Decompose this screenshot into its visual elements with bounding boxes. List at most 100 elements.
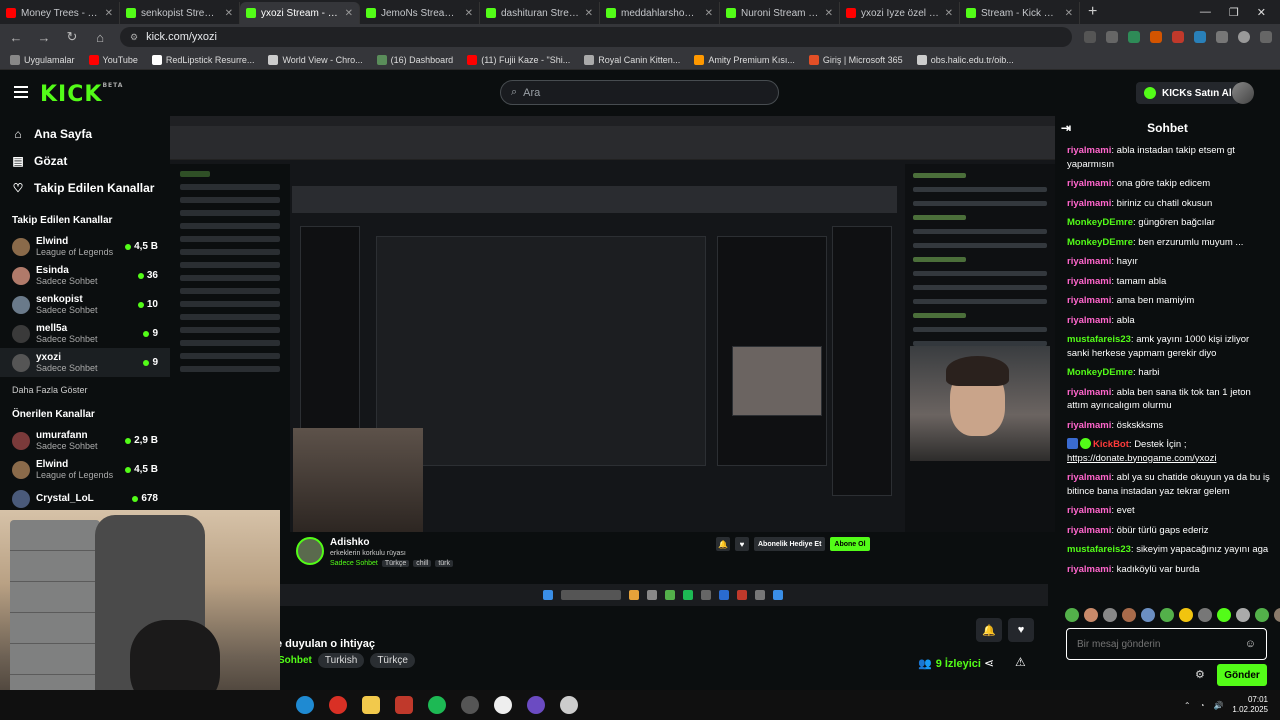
chat-username[interactable]: riyalmami	[1067, 145, 1111, 156]
volume-icon[interactable]: 🔊	[1213, 701, 1223, 710]
share-icon[interactable]: ⋖	[984, 656, 994, 670]
wifi-icon[interactable]: ◔	[1200, 701, 1205, 710]
chrome-icon[interactable]	[329, 696, 347, 714]
bookmark-item[interactable]: Amity Premium Kısı...	[694, 54, 795, 65]
chat-message-field[interactable]	[1077, 638, 1245, 650]
chat-username[interactable]: MonkeyDEmre	[1067, 217, 1133, 228]
channel-item[interactable]: Elwind League of Legends 4,5 B	[0, 455, 170, 484]
emote[interactable]	[1084, 608, 1098, 622]
emote[interactable]	[1122, 608, 1136, 622]
tab-close-icon[interactable]: ✕	[585, 8, 593, 19]
file-explorer-icon[interactable]	[362, 696, 380, 714]
browser-tab[interactable]: Nuroni Stream - Watch ✕	[720, 2, 840, 24]
browser-tab[interactable]: JemoNs Stream - Watch ✕	[360, 2, 480, 24]
report-icon[interactable]: ⚠	[1015, 655, 1026, 669]
chat-username[interactable]: riyalmami	[1067, 178, 1111, 189]
notification-bell-button[interactable]: 🔔	[976, 618, 1002, 642]
emote[interactable]	[1179, 608, 1193, 622]
emote[interactable]	[1198, 608, 1212, 622]
chat-username[interactable]: MonkeyDEmre	[1067, 237, 1133, 248]
bookmark-star-icon[interactable]	[1106, 31, 1118, 43]
chat-settings-icon[interactable]: ⚙	[1195, 668, 1205, 681]
chat-link[interactable]: https://donate.bynogame.com/yxozi	[1067, 453, 1216, 464]
send-button[interactable]: Gönder	[1217, 664, 1267, 686]
emote[interactable]	[1236, 608, 1250, 622]
forward-icon[interactable]: →	[36, 30, 52, 45]
bookmark-item[interactable]: Royal Canin Kitten...	[584, 54, 680, 65]
tray-chevron-icon[interactable]: ⌃	[1184, 701, 1191, 710]
collapse-chat-icon[interactable]: ⇥	[1061, 121, 1071, 135]
bookmark-item[interactable]: (11) Fujii Kaze - "Shi...	[467, 54, 570, 65]
settings-icon[interactable]	[560, 696, 578, 714]
profile-icon[interactable]	[1238, 31, 1250, 43]
channel-item[interactable]: yxozi Sadece Sohbet 9	[0, 348, 170, 377]
channel-item[interactable]: mell5a Sadece Sohbet 9	[0, 319, 170, 348]
chat-username[interactable]: riyalmami	[1067, 315, 1111, 326]
bookmark-item[interactable]: (16) Dashboard	[376, 54, 453, 65]
channel-item[interactable]: umurafann Sadece Sohbet 2,9 B	[0, 426, 170, 455]
emoji-picker-icon[interactable]: ☺	[1245, 638, 1256, 650]
tab-close-icon[interactable]: ✕	[1065, 8, 1073, 19]
hamburger-menu-icon[interactable]	[14, 86, 28, 98]
chat-username[interactable]: KickBot	[1093, 439, 1129, 450]
emote[interactable]	[1160, 608, 1174, 622]
chat-username[interactable]: mustafareis23	[1067, 334, 1131, 345]
chat-input[interactable]: ☺	[1066, 628, 1267, 660]
chat-username[interactable]: mustafareis23	[1067, 544, 1131, 555]
obs-icon[interactable]	[494, 696, 512, 714]
reload-icon[interactable]: ↻	[64, 29, 80, 45]
clock[interactable]: 07:01 1.02.2025	[1232, 695, 1268, 715]
browser-tab[interactable]: Money Trees - YouTube ✕	[0, 2, 120, 24]
share-page-icon[interactable]	[1084, 31, 1096, 43]
chat-username[interactable]: riyalmami	[1067, 276, 1111, 287]
channel-item[interactable]: Elwind League of Legends 4,5 B	[0, 232, 170, 261]
show-more-link[interactable]: Daha Fazla Göster	[0, 385, 170, 395]
url-field[interactable]: ⚙ kick.com/yxozi	[120, 27, 1072, 47]
app-icon[interactable]	[527, 696, 545, 714]
app-icon[interactable]	[395, 696, 413, 714]
browser-tab[interactable]: senkopist Stream - Watch ✕	[120, 2, 240, 24]
minimize-icon[interactable]: —	[1200, 6, 1211, 18]
buy-kicks-button[interactable]: KICKs Satın Al	[1136, 82, 1240, 104]
back-icon[interactable]: ←	[8, 30, 24, 45]
emote[interactable]	[1103, 608, 1117, 622]
emote[interactable]	[1274, 608, 1280, 622]
bookmark-item[interactable]: World View - Chro...	[268, 54, 363, 65]
bookmark-item[interactable]: YouTube	[88, 54, 138, 65]
follow-heart-button[interactable]: ♥	[1008, 618, 1034, 642]
browser-tab[interactable]: dashituran Stream - W ✕	[480, 2, 600, 24]
extension-icon[interactable]	[1128, 31, 1140, 43]
sidebar-nav-item[interactable]: ▤ Gözat	[0, 147, 170, 174]
chat-username[interactable]: riyalmami	[1067, 472, 1111, 483]
home-browser-icon[interactable]: ⌂	[92, 30, 108, 45]
site-info-icon[interactable]: ⚙	[130, 32, 138, 43]
extension-icon[interactable]	[1150, 31, 1162, 43]
app-icon[interactable]	[461, 696, 479, 714]
bookmark-item[interactable]: Uygulamalar	[10, 54, 75, 65]
tab-close-icon[interactable]: ✕	[945, 8, 953, 19]
edge-icon[interactable]	[296, 696, 314, 714]
tag-pill[interactable]: Turkish	[317, 653, 365, 668]
chat-username[interactable]: riyalmami	[1067, 295, 1111, 306]
chat-username[interactable]: riyalmami	[1067, 525, 1111, 536]
browser-tab[interactable]: yxozi Stream - Wa ✕	[240, 2, 360, 24]
tab-close-icon[interactable]: ✕	[105, 8, 113, 19]
tab-close-icon[interactable]: ✕	[225, 8, 233, 19]
emote[interactable]	[1217, 608, 1231, 622]
spotify-icon[interactable]	[428, 696, 446, 714]
channel-item[interactable]: Esinda Sadece Sohbet 36	[0, 261, 170, 290]
bookmark-item[interactable]: RedLipstick Resurre...	[151, 54, 254, 65]
chat-username[interactable]: riyalmami	[1067, 198, 1111, 209]
kick-logo[interactable]: KICKBETA	[40, 82, 123, 107]
tab-close-icon[interactable]: ✕	[345, 8, 353, 19]
video-player[interactable]	[170, 116, 1055, 532]
tab-close-icon[interactable]: ✕	[825, 8, 833, 19]
chat-username[interactable]: riyalmami	[1067, 564, 1111, 575]
channel-item[interactable]: Crystal_LoL 678	[0, 484, 170, 513]
browser-tab[interactable]: meddahlarshow Stream ✕	[600, 2, 720, 24]
tab-close-icon[interactable]: ✕	[465, 8, 473, 19]
bookmark-item[interactable]: Giriş | Microsoft 365	[808, 54, 903, 65]
emote[interactable]	[1255, 608, 1269, 622]
maximize-icon[interactable]: ❐	[1229, 6, 1239, 19]
extensions-puzzle-icon[interactable]	[1216, 31, 1228, 43]
